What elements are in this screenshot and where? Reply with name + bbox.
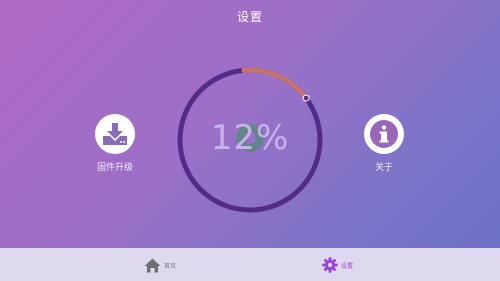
firmware-upgrade-label: 固件升级: [96, 163, 133, 173]
home-icon: [144, 258, 161, 272]
nav-settings-label: 设置: [341, 262, 354, 270]
nav-item-settings[interactable]: 设置: [322, 257, 353, 273]
firmware-download-icon: [103, 123, 127, 145]
progress-percent: 12%: [210, 118, 290, 158]
firmware-icon-circle[interactable]: [95, 114, 135, 154]
about-icon-circle[interactable]: [364, 114, 404, 154]
about-label: 关于: [374, 163, 393, 173]
nav-item-home[interactable]: 首页: [144, 257, 176, 273]
progress-knob: [302, 94, 310, 102]
progress-fill: [241, 67, 309, 101]
progress-ring: 12%: [176, 66, 324, 214]
bottom-nav-bar: 首页 设置: [0, 248, 500, 281]
firmware-upgrade-button[interactable]: 固件升级: [75, 114, 155, 173]
page-title: 设置: [236, 10, 263, 24]
gear-icon: [322, 257, 338, 273]
about-button[interactable]: 关于: [344, 114, 424, 173]
info-icon: [370, 120, 398, 148]
nav-home-label: 首页: [164, 262, 177, 270]
